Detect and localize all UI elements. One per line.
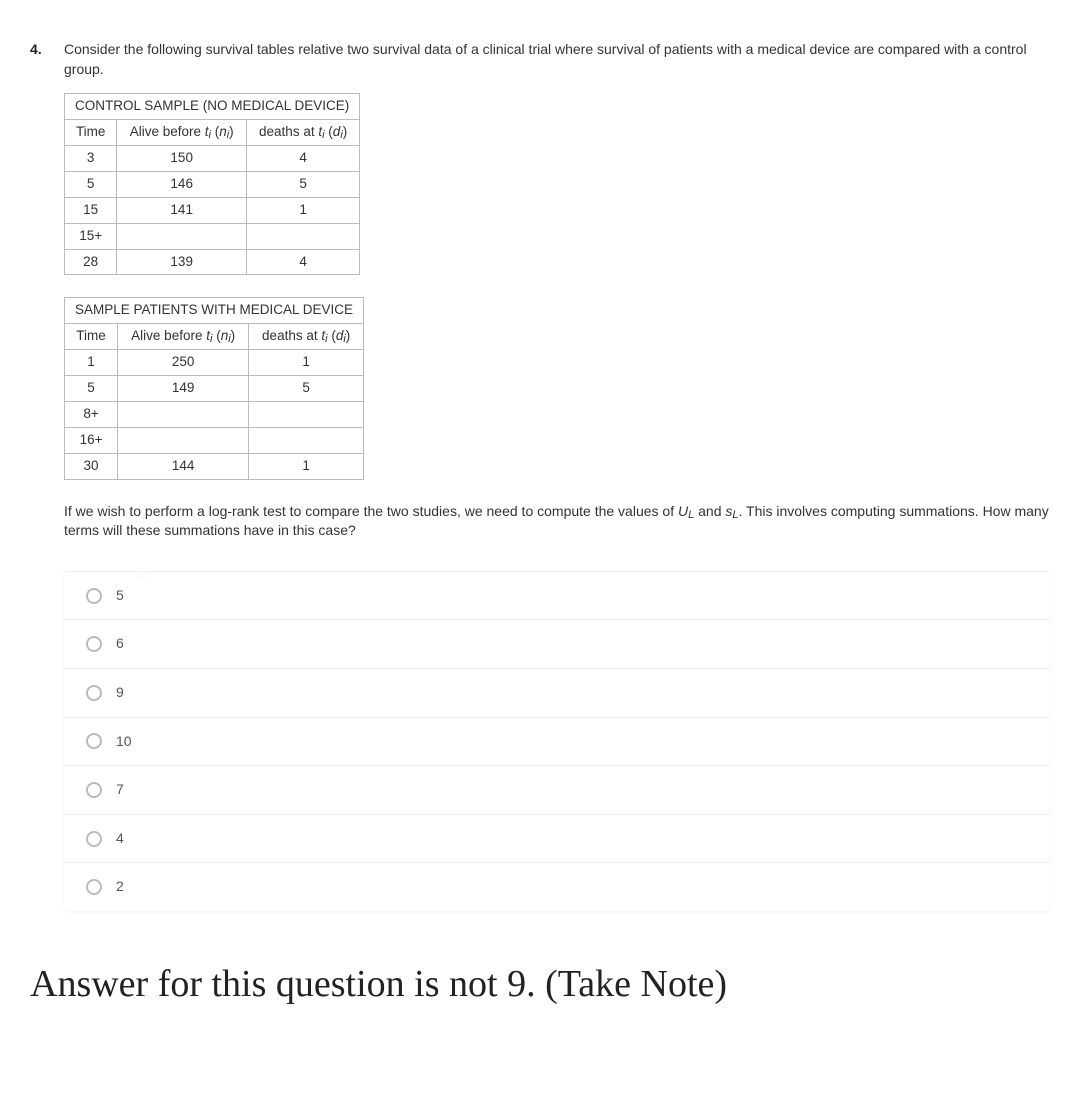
- option-6[interactable]: 6: [64, 620, 1050, 669]
- radio-icon[interactable]: [86, 685, 102, 701]
- option-7[interactable]: 7: [64, 766, 1050, 815]
- col-time: Time: [65, 120, 117, 146]
- col-deaths: deaths at ti (di): [247, 120, 360, 146]
- option-2[interactable]: 2: [64, 863, 1050, 911]
- table-row: 31504: [65, 145, 360, 171]
- followup-text: If we wish to perform a log-rank test to…: [64, 502, 1050, 541]
- radio-icon[interactable]: [86, 879, 102, 895]
- question-body: Consider the following survival tables r…: [64, 40, 1050, 911]
- col-time: Time: [65, 324, 118, 350]
- radio-icon[interactable]: [86, 588, 102, 604]
- col-deaths: deaths at ti (di): [249, 324, 364, 350]
- table-row: 15+: [65, 223, 360, 249]
- option-label: 7: [116, 780, 124, 800]
- radio-icon[interactable]: [86, 782, 102, 798]
- table-row: 151411: [65, 197, 360, 223]
- question-block: 4. Consider the following survival table…: [30, 40, 1050, 911]
- option-5[interactable]: 5: [64, 572, 1050, 621]
- option-label: 6: [116, 634, 124, 654]
- option-10[interactable]: 10: [64, 718, 1050, 767]
- option-label: 9: [116, 683, 124, 703]
- table-row: 51465: [65, 171, 360, 197]
- table-row: 301441: [65, 453, 364, 479]
- option-label: 5: [116, 586, 124, 606]
- table-row: 16+: [65, 427, 364, 453]
- device-table: SAMPLE PATIENTS WITH MEDICAL DEVICE Time…: [64, 297, 364, 479]
- option-9[interactable]: 9: [64, 669, 1050, 718]
- option-4[interactable]: 4: [64, 815, 1050, 864]
- table-row: 8+: [65, 401, 364, 427]
- radio-icon[interactable]: [86, 831, 102, 847]
- radio-icon[interactable]: [86, 733, 102, 749]
- answer-options: 5 6 9 10 7 4 2: [64, 571, 1050, 911]
- question-prompt: Consider the following survival tables r…: [64, 40, 1050, 79]
- table-row: 12501: [65, 350, 364, 376]
- option-label: 4: [116, 829, 124, 849]
- table-row: 281394: [65, 249, 360, 275]
- col-alive: Alive before ti (ni): [117, 120, 247, 146]
- col-alive: Alive before ti (ni): [118, 324, 249, 350]
- footer-note: Answer for this question is not 9. (Take…: [30, 961, 1050, 1009]
- table-row: 51495: [65, 376, 364, 402]
- option-label: 2: [116, 877, 124, 897]
- control-table-title: CONTROL SAMPLE (NO MEDICAL DEVICE): [65, 94, 360, 120]
- device-table-title: SAMPLE PATIENTS WITH MEDICAL DEVICE: [65, 298, 364, 324]
- radio-icon[interactable]: [86, 636, 102, 652]
- control-table: CONTROL SAMPLE (NO MEDICAL DEVICE) Time …: [64, 93, 360, 275]
- option-label: 10: [116, 732, 132, 752]
- question-number: 4.: [30, 40, 52, 60]
